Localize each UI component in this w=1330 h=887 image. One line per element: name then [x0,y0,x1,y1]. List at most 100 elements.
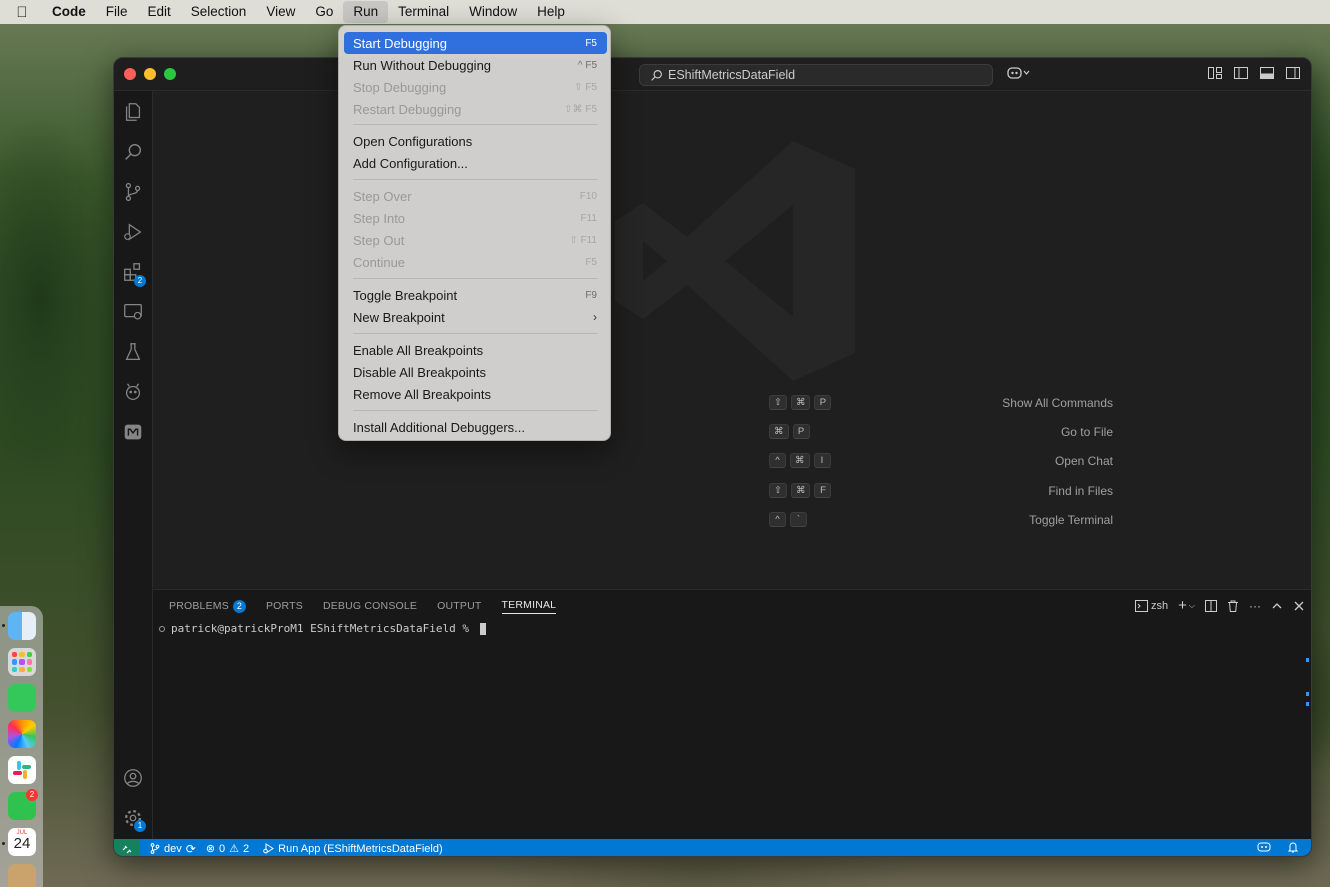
customize-layout-icon[interactable] [1207,65,1223,81]
menubar-terminal[interactable]: Terminal [388,1,459,23]
menu-item-shortcut: F9 [585,289,597,301]
shortcut-keys: ⇧ ⌘ F [769,483,832,498]
explorer-icon[interactable] [122,101,144,123]
menubar-file[interactable]: File [96,1,138,23]
more-actions-icon[interactable]: ··· [1249,599,1261,613]
launchpad-icon[interactable] [8,648,36,676]
terminal-status-circle-icon [159,625,165,632]
calendar-icon[interactable]: JUL 24 [8,828,36,856]
shortcut-label: Go to File [1060,425,1113,439]
scrollbar-marker [1306,692,1309,696]
menubar-view[interactable]: View [256,1,305,23]
menu-item-new-breakpoint[interactable]: New Breakpoint › [344,306,607,328]
source-control-icon[interactable] [122,181,144,203]
dock-running-indicator [2,842,5,845]
terminal-shell-selector[interactable]: zsh [1135,599,1168,612]
run-target-label: Run App (EShiftMetricsDataField) [278,842,443,855]
menubar-selection[interactable]: Selection [181,1,257,23]
key-cap: ⇧ [769,395,787,410]
menu-item-label: Enable All Breakpoints [353,342,484,358]
warning-icon: ⚠ [229,843,240,855]
maximize-panel-chevron-up-icon[interactable] [1271,600,1283,612]
remote-indicator[interactable] [114,839,140,856]
tab-terminal[interactable]: TERMINAL [501,598,557,614]
messages-icon[interactable] [8,684,36,712]
new-terminal-plus-icon[interactable]: + [1178,597,1187,614]
tab-debug-console[interactable]: DEBUG CONSOLE [323,598,417,614]
contacts-icon[interactable] [8,864,36,887]
terminal-cursor [479,622,486,635]
toggle-panel-icon[interactable] [1259,65,1275,81]
menu-item-disable-all-breakpoints[interactable]: Disable All Breakpoints [344,361,607,383]
menu-item-shortcut: ⇧⌘ F5 [564,103,597,115]
terminal-output[interactable]: patrick@patrickProM1 EShiftMetricsDataFi… [159,622,486,635]
menubar-app-name[interactable]: Code [46,1,96,23]
menu-item-label: Toggle Breakpoint [353,287,458,303]
menu-item-open-configurations[interactable]: Open Configurations [344,130,607,152]
debug-run-icon [263,843,275,854]
command-center-search[interactable]: EShiftMetricsDataField [639,64,993,86]
problems-status[interactable]: ⊗ 0 ⚠ 2 [206,842,249,856]
shortcut-label: Toggle Terminal [1029,513,1113,527]
menubar-window[interactable]: Window [459,1,527,23]
git-branch-status[interactable]: dev ⟳ [150,842,196,856]
menubar-run[interactable]: Run [343,1,389,23]
menu-item-add-configuration[interactable]: Add Configuration... [344,152,607,174]
copilot-status-icon[interactable] [1257,841,1271,853]
calendar-day: 24 [13,835,31,852]
menu-item-toggle-breakpoint[interactable]: Toggle Breakpoint F9 [344,284,607,306]
close-window-button[interactable] [124,68,136,80]
menu-item-enable-all-breakpoints[interactable]: Enable All Breakpoints [344,339,607,361]
title-bar: EShiftMetricsDataField [114,58,1311,91]
tab-output[interactable]: OUTPUT [437,598,481,614]
m-extension-icon[interactable] [122,421,144,443]
zoom-window-button[interactable] [164,68,176,80]
vscode-window: EShiftMetricsDataField 2 1 Show All Comm… [113,57,1312,857]
sync-icon[interactable]: ⟳ [186,842,196,856]
menu-item-label: Restart Debugging [353,101,462,117]
menubar-help[interactable]: Help [527,1,575,23]
menubar-go[interactable]: Go [305,1,343,23]
slack-icon[interactable] [8,756,36,784]
testing-icon[interactable] [122,341,144,363]
key-cap: ⇧ [769,483,787,498]
bell-icon[interactable] [1287,841,1299,853]
photos-icon[interactable] [8,720,36,748]
toggle-secondary-sidebar-icon[interactable] [1285,65,1301,81]
run-app-status[interactable]: Run App (EShiftMetricsDataField) [263,842,443,855]
copilot-icon[interactable] [1007,66,1031,83]
scrollbar-marker [1306,658,1309,662]
menu-item-label: Open Configurations [353,133,473,149]
tab-ports[interactable]: PORTS [266,598,303,614]
run-and-debug-icon[interactable] [122,221,144,243]
apple-logo-icon[interactable]:  [13,4,31,21]
menu-item-remove-all-breakpoints[interactable]: Remove All Breakpoints [344,383,607,405]
shortcut-keys: ^ ⌘ I [769,453,831,468]
remote-icon [122,845,132,853]
terminal-icon [1135,599,1149,612]
menubar-edit[interactable]: Edit [138,1,181,23]
run-menu-dropdown: Start Debugging F5 Run Without Debugging… [338,25,611,441]
toggle-primary-sidebar-icon[interactable] [1233,65,1249,81]
close-panel-icon[interactable] [1293,600,1305,612]
trash-icon[interactable] [1227,600,1239,612]
menu-item-run-without-debugging[interactable]: Run Without Debugging ^ F5 [344,54,607,76]
menu-separator [353,333,598,334]
menu-item-label: Add Configuration... [353,155,468,171]
menu-item-start-debugging[interactable]: Start Debugging F5 [344,32,607,54]
problems-count-badge: 2 [232,599,246,613]
accounts-icon[interactable] [122,767,144,789]
finder-icon[interactable] [8,612,36,640]
remote-explorer-icon[interactable] [122,301,144,323]
platformio-icon[interactable] [122,381,144,403]
panel-tabs: PROBLEMS 2 PORTS DEBUG CONSOLE OUTPUT TE… [169,598,557,614]
split-terminal-icon[interactable] [1205,599,1217,612]
search-icon[interactable] [122,141,144,163]
tab-problems[interactable]: PROBLEMS 2 [169,598,246,614]
chevron-down-icon[interactable]: ⌵ [1189,601,1195,611]
tab-label: PROBLEMS [169,600,229,612]
menu-item-shortcut: ^ F5 [577,59,597,71]
minimize-window-button[interactable] [144,68,156,80]
menu-item-label: Remove All Breakpoints [353,386,492,402]
menu-item-install-additional-debuggers[interactable]: Install Additional Debuggers... [344,416,607,438]
